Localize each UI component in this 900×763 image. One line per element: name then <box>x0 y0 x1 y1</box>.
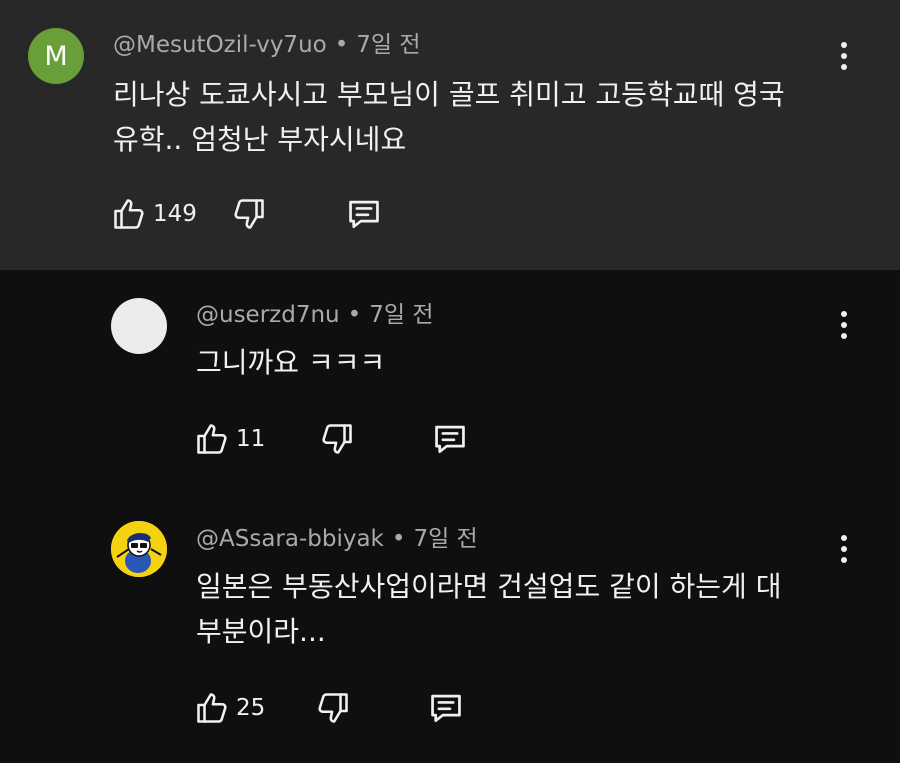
comment-meta: @userzd7nu • 7일 전 <box>196 300 433 330</box>
thumbs-up-icon <box>197 424 227 454</box>
reply-item: @userzd7nu • 7일 전 그니까요 ㅋㅋㅋ 11 <box>0 270 900 496</box>
comment-time: 7일 전 <box>356 32 421 58</box>
reply-icon <box>431 694 462 723</box>
author-name[interactable]: @ASsara-bbiyak <box>196 526 384 552</box>
comment-time: 7일 전 <box>413 526 478 552</box>
comment-text: 리나상 도쿄사시고 부모님이 골프 취미고 고등학교때 영국 유학.. 엄청난 … <box>113 72 785 162</box>
comment-text-line: 유학.. 엄청난 부자시네요 <box>113 123 407 156</box>
comment-text-line: 일본은 부동산사업이라면 건설업도 같이 하는게 대 <box>196 570 782 603</box>
comment-actions: 149 <box>111 192 383 236</box>
more-vert-icon[interactable] <box>832 529 856 569</box>
dislike-button[interactable] <box>319 421 355 457</box>
reply-icon <box>435 425 466 454</box>
comment-text: 그니까요 ㅋㅋㅋ <box>196 340 385 385</box>
avatar-letter: M <box>44 40 68 72</box>
like-button[interactable]: 149 <box>111 196 197 232</box>
comment-meta: @ASsara-bbiyak • 7일 전 <box>196 524 478 554</box>
author-name[interactable]: @MesutOzil-vy7uo <box>113 32 327 58</box>
comment-time: 7일 전 <box>369 302 434 328</box>
comment-text-line: 리나상 도쿄사시고 부모님이 골프 취미고 고등학교때 영국 <box>113 78 785 111</box>
like-count: 25 <box>236 695 266 721</box>
avatar[interactable] <box>111 298 167 354</box>
reply-icon <box>349 200 379 229</box>
comment-item: M @MesutOzil-vy7uo • 7일 전 리나상 도쿄사시고 부모님이 골… <box>0 0 900 270</box>
comment-text-line: 부분이라... <box>196 615 326 648</box>
comment-actions: 11 <box>194 417 469 461</box>
dislike-button[interactable] <box>315 690 351 726</box>
dislike-button[interactable] <box>231 196 267 232</box>
reply-button[interactable] <box>345 195 383 233</box>
comments-page: M @MesutOzil-vy7uo • 7일 전 리나상 도쿄사시고 부모님이 골… <box>0 0 900 763</box>
reply-item: @ASsara-bbiyak • 7일 전 일본은 부동산사업이라면 건설업도 같이… <box>0 496 900 763</box>
like-count: 11 <box>236 426 266 452</box>
more-vert-icon[interactable] <box>832 36 856 76</box>
thumbs-up-icon <box>114 199 144 229</box>
cartoon-character-avatar-icon <box>111 521 167 577</box>
comment-actions: 25 <box>194 686 465 730</box>
comment-text-line: 그니까요 ㅋㅋㅋ <box>196 346 386 379</box>
thumbs-up-icon <box>197 693 227 723</box>
meta-separator: • <box>334 32 349 58</box>
like-button[interactable]: 25 <box>194 690 265 726</box>
like-count: 149 <box>153 201 197 227</box>
thumbs-down-icon <box>318 693 349 723</box>
comment-meta: @MesutOzil-vy7uo • 7일 전 <box>113 30 421 60</box>
avatar[interactable]: M <box>28 28 84 84</box>
reply-button[interactable] <box>427 689 465 727</box>
more-vert-icon[interactable] <box>832 305 856 345</box>
comment-text: 일본은 부동산사업이라면 건설업도 같이 하는게 대 부분이라... <box>196 564 781 654</box>
meta-separator: • <box>391 526 406 552</box>
thumbs-down-icon <box>322 424 353 454</box>
meta-separator: • <box>347 302 362 328</box>
avatar[interactable] <box>111 521 167 577</box>
author-name[interactable]: @userzd7nu <box>196 302 340 328</box>
thumbs-down-icon <box>234 199 264 229</box>
reply-button[interactable] <box>431 420 469 458</box>
like-button[interactable]: 11 <box>194 421 265 457</box>
